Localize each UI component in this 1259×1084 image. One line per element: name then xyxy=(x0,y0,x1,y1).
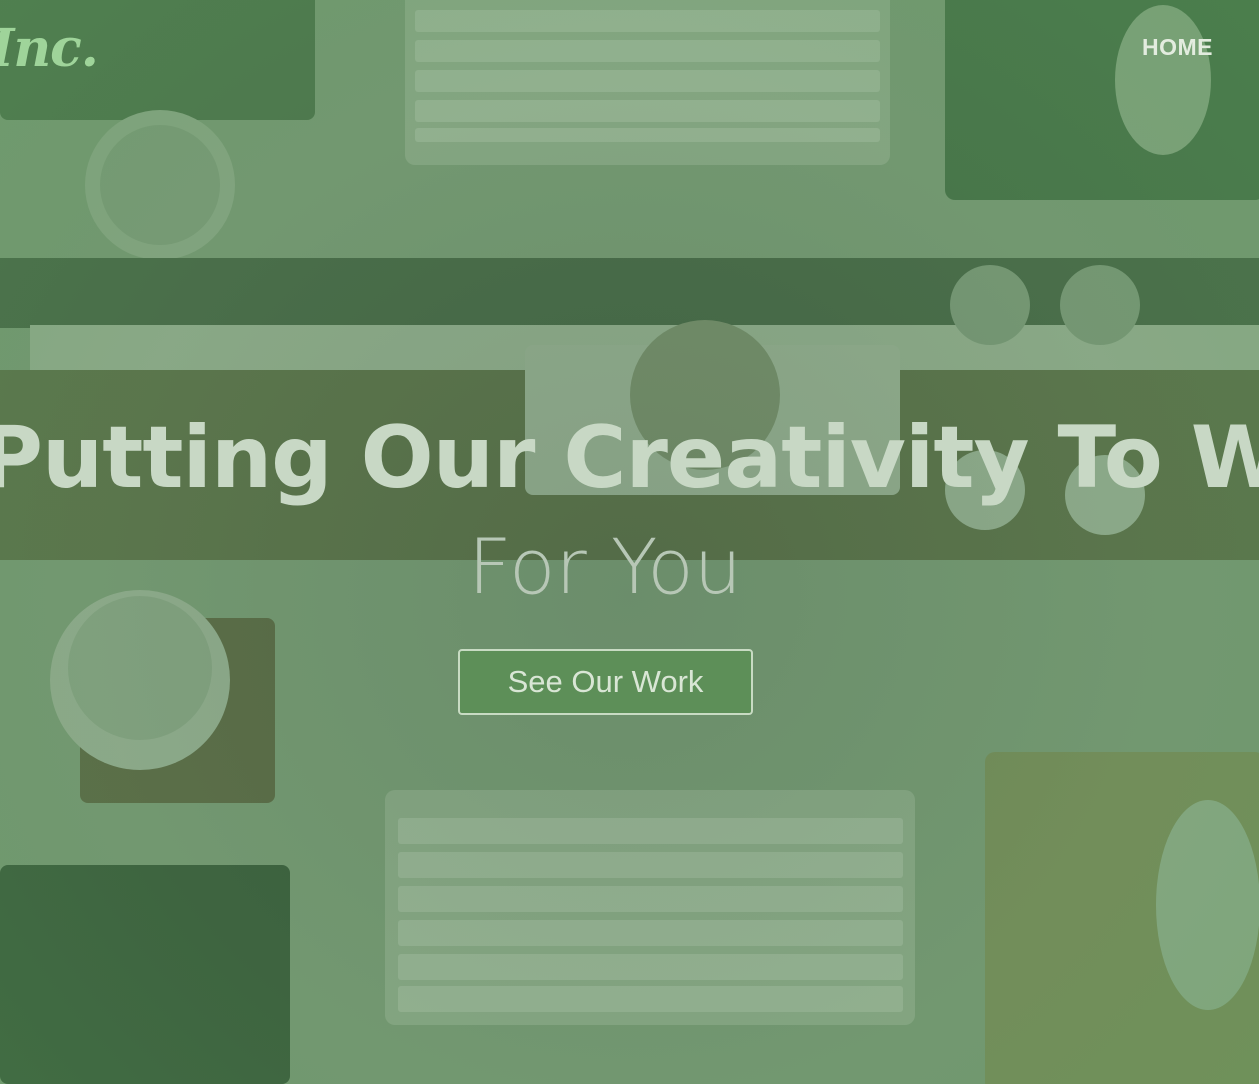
hero-headline: Putting Our Creativity To Work xyxy=(0,408,1259,508)
see-our-work-button[interactable]: See Our Work xyxy=(458,649,753,715)
brand-logo[interactable]: Inc. xyxy=(0,18,99,79)
hero-section: Inc. HOME Putting Our Creativity To Work… xyxy=(0,0,1259,1084)
nav-home-link[interactable]: HOME xyxy=(1142,34,1213,61)
hero-subline: For You xyxy=(468,522,742,611)
